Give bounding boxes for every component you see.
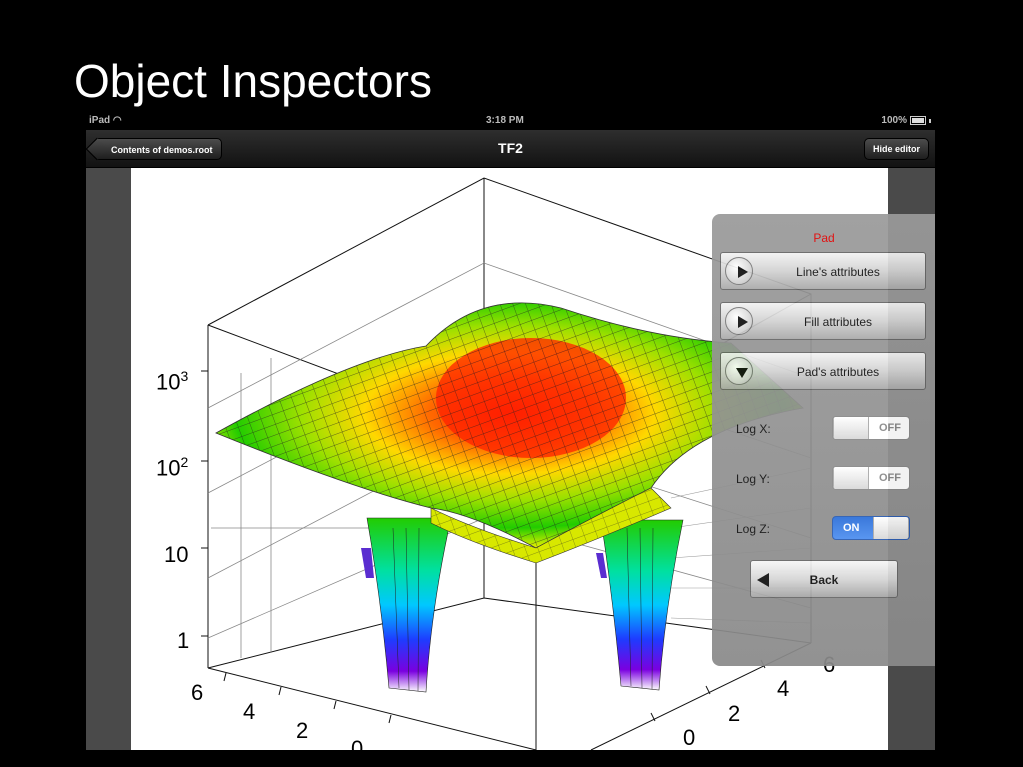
battery-tip bbox=[929, 118, 931, 123]
battery-status: 100% bbox=[881, 115, 931, 126]
navigation-bar: Contents of demos.root TF2 Hide editor bbox=[86, 130, 935, 168]
z-axis-ticks bbox=[201, 370, 208, 637]
z-tick-100-exp: 2 bbox=[180, 454, 189, 470]
toggle-knob bbox=[833, 417, 869, 439]
battery-percent: 100% bbox=[881, 115, 907, 126]
hide-editor-button[interactable]: Hide editor bbox=[863, 138, 929, 160]
y-tick-2: 2 bbox=[728, 701, 741, 726]
x-tick-2: 2 bbox=[296, 718, 309, 743]
editor-back-label: Back bbox=[809, 573, 839, 587]
play-right-icon bbox=[725, 257, 753, 285]
xy-axis-ticks bbox=[223, 659, 766, 724]
battery-icon bbox=[910, 116, 926, 125]
pads-attributes-button[interactable]: Pad's attributes bbox=[720, 352, 926, 390]
log-y-label: Log Y: bbox=[736, 472, 770, 486]
pads-attributes-label: Pad's attributes bbox=[796, 365, 880, 379]
object-editor-panel: Pad Line's attributes Fill attributes Pa… bbox=[712, 214, 935, 666]
nav-title: TF2 bbox=[498, 140, 523, 156]
device-name: iPad bbox=[89, 115, 111, 126]
x-tick-6: 6 bbox=[191, 680, 204, 705]
toggle-knob bbox=[833, 467, 869, 489]
device-label: iPad ◠ bbox=[89, 115, 122, 126]
z-tick-100: 102 bbox=[156, 454, 188, 481]
y-tick-0: 0 bbox=[683, 725, 696, 750]
wifi-icon: ◠ bbox=[112, 115, 122, 126]
log-x-toggle[interactable]: OFF bbox=[832, 416, 910, 440]
z-tick-1000-exp: 3 bbox=[180, 368, 189, 384]
log-z-toggle[interactable]: ON bbox=[832, 516, 910, 540]
editor-header: Pad bbox=[813, 231, 835, 245]
log-x-label: Log X: bbox=[736, 422, 771, 436]
x-tick-0: 0 bbox=[351, 736, 364, 750]
z-tick-1: 1 bbox=[177, 628, 190, 653]
log-x-state: OFF bbox=[879, 422, 901, 434]
play-down-icon bbox=[725, 357, 753, 385]
fill-attributes-button[interactable]: Fill attributes bbox=[720, 302, 926, 340]
status-bar: iPad ◠ 3:18 PM 100% bbox=[86, 112, 935, 130]
slide-title: Object Inspectors bbox=[74, 55, 432, 107]
z-tick-1000: 103 bbox=[156, 368, 188, 395]
z-tick-1000-base: 10 bbox=[156, 369, 181, 395]
play-right-icon bbox=[725, 307, 753, 335]
x-tick-4: 4 bbox=[243, 699, 256, 724]
fill-attributes-label: Fill attributes bbox=[803, 315, 873, 329]
lines-attributes-button[interactable]: Line's attributes bbox=[720, 252, 926, 290]
z-tick-10: 10 bbox=[164, 542, 189, 567]
clock: 3:18 PM bbox=[486, 115, 524, 126]
log-y-toggle[interactable]: OFF bbox=[832, 466, 910, 490]
toggle-knob bbox=[873, 517, 909, 539]
ipad-screen: iPad ◠ 3:18 PM 100% Contents of demos.ro… bbox=[86, 112, 935, 750]
z-tick-100-base: 10 bbox=[156, 455, 181, 481]
lines-attributes-label: Line's attributes bbox=[796, 265, 880, 279]
log-y-state: OFF bbox=[879, 472, 901, 484]
log-z-label: Log Z: bbox=[736, 522, 771, 536]
editor-back-button[interactable]: Back bbox=[750, 560, 898, 598]
y-tick-4: 4 bbox=[777, 676, 790, 701]
log-z-state: ON bbox=[843, 522, 860, 534]
